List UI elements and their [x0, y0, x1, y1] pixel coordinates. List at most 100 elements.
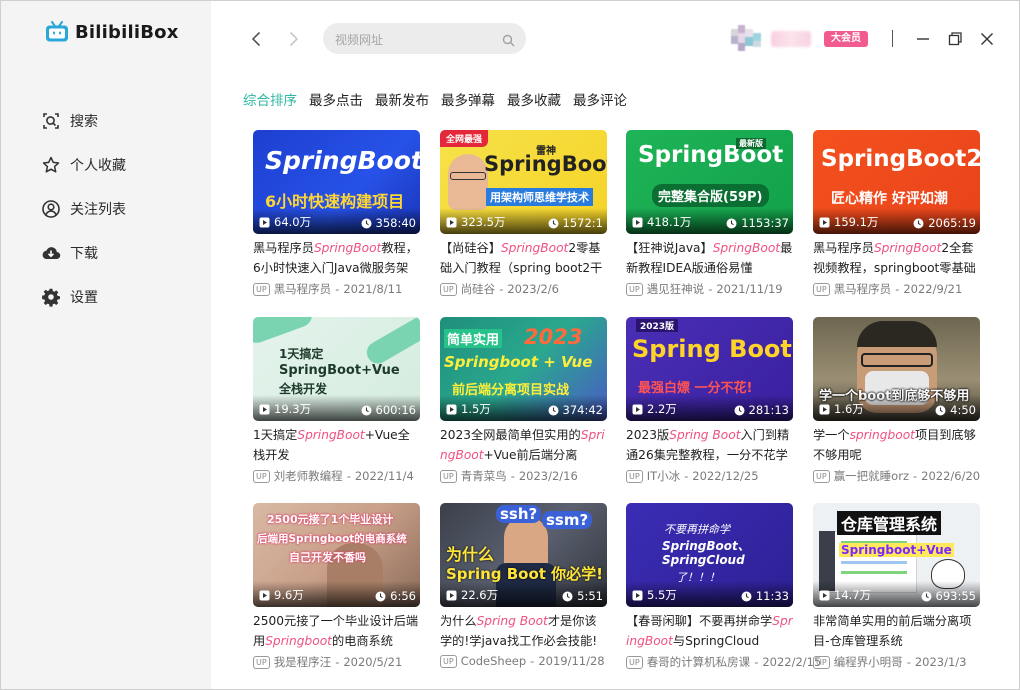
star-icon: [41, 155, 61, 175]
video-title[interactable]: 2500元接了一个毕业设计后端用Springboot的电商系统: [253, 611, 420, 651]
video-cover[interactable]: ssh? ssm? 为什么 Spring Boot 你必学! 22.6万 5:5…: [440, 503, 607, 607]
video-cover[interactable]: 2023版 Spring Boot 最强白嫖 一分不花! 2.2万 281:13: [626, 317, 793, 421]
cover-text: 匠心精作 好评如潮: [831, 191, 948, 207]
video-card[interactable]: 全网最强 雷神 SpringBoot2 用架构师思维学技术 323.5万 157…: [440, 130, 607, 310]
video-title[interactable]: 【春哥闲聊】不要再拼命学SpringBoot与SpringCloud: [626, 611, 793, 651]
app-logo: BilibiliBox: [45, 21, 179, 43]
minimize-icon[interactable]: [913, 29, 933, 49]
uploader[interactable]: CodeSheep: [461, 654, 526, 668]
uploader[interactable]: 黑马程序员: [834, 281, 892, 297]
video-card[interactable]: SpringBoot 6小时快速构建项目 64.0万 358:40 黑马程序员S…: [253, 130, 420, 310]
video-cover[interactable]: SpringBoot 最新版 完整集合版(59P) 418.1万 1153:37: [626, 130, 793, 234]
tab-most-clicks[interactable]: 最多点击: [309, 89, 363, 109]
uploader[interactable]: 我是程序汪: [274, 654, 332, 670]
clock-icon: [921, 591, 932, 601]
username-blurred[interactable]: [771, 31, 811, 47]
cover-text: Springboot + Vue: [444, 353, 593, 371]
video-card[interactable]: 学一个boot到底够不够用 1.6万 4:50 学一个springboot项目到…: [813, 317, 980, 497]
play-count-icon: [446, 217, 457, 227]
video-title[interactable]: 黑马程序员SpringBoot2全套视频教程，springboot零基础: [813, 238, 980, 278]
cover-text: SpringCloud: [662, 553, 745, 567]
video-card[interactable]: 2023版 Spring Boot 最强白嫖 一分不花! 2.2万 281:13…: [626, 317, 793, 497]
search-icon[interactable]: [502, 32, 515, 47]
sidebar-item-settings[interactable]: 设置: [41, 275, 126, 319]
sidebar: BilibiliBox 搜索 个人收藏 关注列表 下载 设置: [1, 1, 211, 689]
sidebar-item-following[interactable]: 关注列表: [41, 187, 126, 231]
uploader[interactable]: 春哥的计算机私房课: [647, 654, 751, 670]
video-title[interactable]: 为什么Spring Boot才是你该学的!学java找工作必会技能!在职: [440, 611, 607, 651]
video-title[interactable]: 非常简单实用的前后端分离项目-仓库管理系统: [813, 611, 980, 651]
video-cover[interactable]: SpringBoot 6小时快速构建项目 64.0万 358:40: [253, 130, 420, 234]
upload-date: 2022/9/21: [903, 282, 963, 296]
up-icon: UP: [626, 469, 643, 483]
video-title[interactable]: 【狂神说Java】SpringBoot最新教程IDEA版通俗易懂: [626, 238, 793, 278]
sidebar-item-download[interactable]: 下载: [41, 231, 126, 275]
uploader[interactable]: 编程界小明哥: [834, 654, 903, 670]
video-card[interactable]: 仓库管理系统 Springboot+Vue 14.7万 693:55 非常简单实…: [813, 503, 980, 683]
up-icon: UP: [253, 282, 270, 296]
video-card[interactable]: ssh? ssm? 为什么 Spring Boot 你必学! 22.6万 5:5…: [440, 503, 607, 683]
cover-text: 最新版: [736, 138, 766, 149]
video-duration: 693:55: [921, 589, 976, 603]
video-card[interactable]: 1天搞定 SpringBoot+Vue 全栈开发 19.3万 600:16 1天…: [253, 317, 420, 497]
uploader[interactable]: 黑马程序员: [274, 281, 332, 297]
play-count-icon: [632, 404, 643, 414]
tab-most-comments[interactable]: 最多评论: [573, 89, 627, 109]
avatar[interactable]: [731, 25, 761, 53]
uploader[interactable]: 青青菜鸟: [461, 468, 507, 484]
sidebar-item-label: 下载: [70, 246, 98, 262]
close-icon[interactable]: [977, 29, 997, 49]
uploader[interactable]: 刘老师教编程: [274, 468, 343, 484]
clock-icon: [734, 405, 745, 415]
uploader[interactable]: 赢一把就睡orz: [834, 468, 909, 484]
play-count-icon: [259, 217, 270, 227]
play-count-icon: [632, 590, 643, 600]
tab-newest[interactable]: 最新发布: [375, 89, 429, 109]
video-meta: UP IT小冰 -2022/12/25: [626, 468, 759, 484]
video-card[interactable]: SpringBoot2 匠心精作 好评如潮 159.1万 2065:19 黑马程…: [813, 130, 980, 310]
video-meta: UP 遇见狂神说 -2021/11/19: [626, 281, 783, 297]
clock-icon: [361, 405, 372, 415]
upload-date: 2019/11/28: [538, 654, 605, 668]
video-title[interactable]: 【尚硅谷】SpringBoot2零基础入门教程（spring boot2干: [440, 238, 607, 278]
video-card[interactable]: 2500元接了1个毕业设计 后端用Springboot的电商系统 自己开发不香吗…: [253, 503, 420, 683]
cover-text: 仓库管理系统: [837, 511, 942, 535]
cover-text: 2500元接了1个毕业设计: [267, 513, 394, 526]
video-cover[interactable]: 简单实用 2023 Springboot + Vue 前后端分离项目实战 1.5…: [440, 317, 607, 421]
video-title[interactable]: 2023版Spring Boot入门到精通26集完整教程，一分不花学: [626, 425, 793, 465]
video-title[interactable]: 黑马程序员SpringBoot教程，6小时快速入门Java微服务架构: [253, 238, 420, 278]
tab-most-danmaku[interactable]: 最多弹幕: [441, 89, 495, 109]
video-cover[interactable]: 2500元接了1个毕业设计 后端用Springboot的电商系统 自己开发不香吗…: [253, 503, 420, 607]
tab-comprehensive[interactable]: 综合排序: [243, 89, 297, 109]
uploader[interactable]: 遇见狂神说: [647, 281, 705, 297]
sidebar-item-label: 个人收藏: [70, 158, 126, 174]
video-title[interactable]: 2023全网最简单但实用的SpringBoot+Vue前后端分离: [440, 425, 607, 465]
restore-icon[interactable]: [945, 29, 965, 49]
view-count: 64.0万: [259, 214, 311, 230]
video-cover[interactable]: 仓库管理系统 Springboot+Vue 14.7万 693:55: [813, 503, 980, 607]
tab-most-favorites[interactable]: 最多收藏: [507, 89, 561, 109]
clock-icon: [741, 591, 752, 601]
video-title[interactable]: 学一个springboot项目到底够不够用呢: [813, 425, 980, 465]
uploader[interactable]: 尚硅谷: [461, 281, 496, 297]
search-input[interactable]: [333, 23, 497, 56]
video-cover[interactable]: 1天搞定 SpringBoot+Vue 全栈开发 19.3万 600:16: [253, 317, 420, 421]
video-card[interactable]: SpringBoot 最新版 完整集合版(59P) 418.1万 1153:37…: [626, 130, 793, 310]
video-card[interactable]: 简单实用 2023 Springboot + Vue 前后端分离项目实战 1.5…: [440, 317, 607, 497]
video-cover[interactable]: 不要再拼命学 SpringBoot、 SpringCloud 了！！！ 5.5万…: [626, 503, 793, 607]
video-title[interactable]: 1天搞定SpringBoot+Vue全栈开发: [253, 425, 420, 465]
video-cover[interactable]: 学一个boot到底够不够用 1.6万 4:50: [813, 317, 980, 421]
upload-date: 2023/2/6: [507, 282, 559, 296]
uploader[interactable]: IT小冰: [647, 468, 680, 484]
view-count: 323.5万: [446, 214, 505, 230]
video-cover[interactable]: SpringBoot2 匠心精作 好评如潮 159.1万 2065:19: [813, 130, 980, 234]
video-cover[interactable]: 全网最强 雷神 SpringBoot2 用架构师思维学技术 323.5万 157…: [440, 130, 607, 234]
forward-arrow-icon[interactable]: [283, 29, 303, 49]
back-arrow-icon[interactable]: [247, 29, 267, 49]
clock-icon: [548, 405, 559, 415]
clock-icon: [361, 218, 372, 228]
sidebar-item-search[interactable]: 搜索: [41, 99, 126, 143]
app-name: BilibiliBox: [75, 21, 179, 43]
sidebar-item-favorites[interactable]: 个人收藏: [41, 143, 126, 187]
video-card[interactable]: 不要再拼命学 SpringBoot、 SpringCloud 了！！！ 5.5万…: [626, 503, 821, 683]
